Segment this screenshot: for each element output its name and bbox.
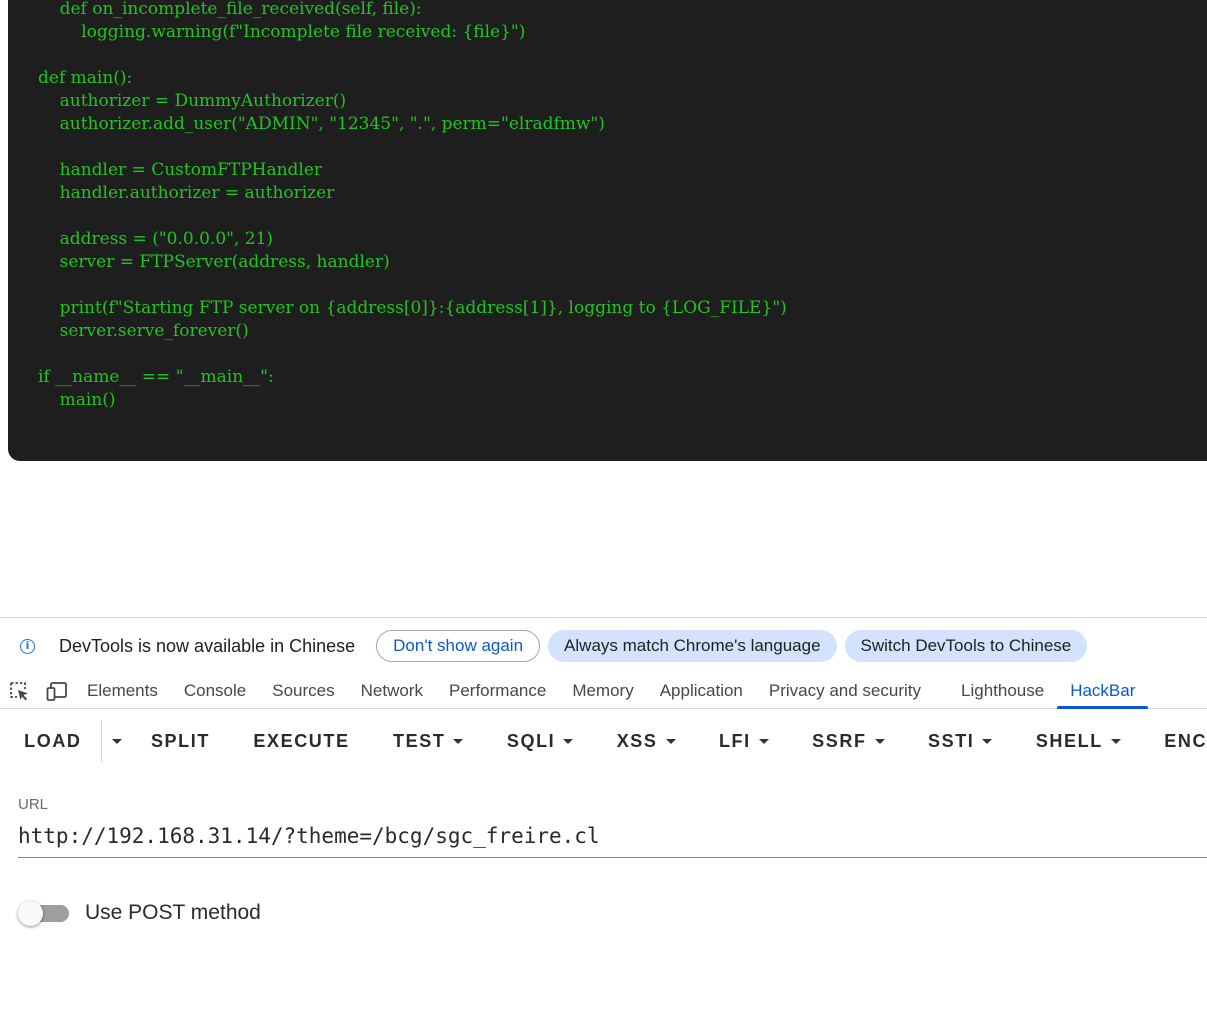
code-line: server = FTPServer(address, handler): [38, 252, 390, 272]
post-method-toggle[interactable]: [18, 901, 70, 926]
load-options-dropdown[interactable]: [102, 709, 128, 773]
ssrf-menu-button[interactable]: SSRF: [812, 709, 885, 773]
execute-label: EXECUTE: [253, 730, 350, 751]
shell-menu-button[interactable]: SHELL: [1036, 709, 1121, 773]
language-infobar: i DevTools is now available in Chinese D…: [0, 618, 1207, 674]
code-line: if __name__ == "__main__":: [38, 367, 274, 387]
code-line: def on_incomplete_file_received(self, fi…: [38, 0, 422, 19]
execute-button[interactable]: EXECUTE: [253, 709, 349, 773]
url-input-underline: [18, 857, 1207, 858]
code-line: server.serve_forever(): [38, 321, 249, 341]
test-menu-button[interactable]: TEST: [393, 709, 464, 773]
tab-console[interactable]: Console: [171, 674, 259, 708]
chevron-down-icon: [874, 738, 885, 744]
devtools-tabbar: Elements Console Sources Network Perform…: [0, 674, 1207, 709]
tab-performance[interactable]: Performance: [436, 674, 559, 708]
code-line: handler = CustomFTPHandler: [38, 160, 323, 180]
tab-lighthouse[interactable]: Lighthouse: [948, 674, 1057, 708]
code-lines: def on_incomplete_file_received(self, fi…: [38, 0, 787, 412]
load-label: LOAD: [24, 730, 82, 751]
url-label: URL: [18, 796, 49, 813]
info-icon: i: [20, 638, 35, 654]
split-button[interactable]: SPLIT: [151, 709, 210, 773]
code-line: logging.warning(f"Incomplete file receiv…: [38, 22, 526, 42]
lfi-menu-button[interactable]: LFI: [719, 709, 769, 773]
code-line: authorizer.add_user("ADMIN", "12345", ".…: [38, 114, 605, 134]
code-line: print(f"Starting FTP server on {address[…: [38, 298, 787, 318]
load-button[interactable]: LOAD: [24, 709, 81, 773]
ssti-label: SSTI: [927, 730, 975, 751]
tab-hackbar[interactable]: HackBar: [1057, 674, 1149, 709]
code-block: def on_incomplete_file_received(self, fi…: [8, 0, 1207, 461]
url-input[interactable]: http://192.168.31.14/?theme=/bcg/sgc_fre…: [18, 824, 600, 848]
infobar-message: DevTools is now available in Chinese: [59, 635, 356, 656]
dont-show-again-button[interactable]: Don't show again: [376, 630, 541, 662]
inspect-element-icon[interactable]: [8, 680, 30, 702]
tab-sources[interactable]: Sources: [259, 674, 347, 708]
switch-to-chinese-button[interactable]: Switch DevTools to Chinese: [844, 630, 1088, 662]
chevron-down-icon: [1110, 738, 1121, 744]
tab-memory[interactable]: Memory: [559, 674, 646, 708]
split-label: SPLIT: [150, 730, 210, 751]
xss-menu-button[interactable]: XSS: [617, 709, 676, 773]
enc-menu-button[interactable]: ENC: [1164, 709, 1207, 773]
code-line: def main():: [38, 68, 133, 88]
code-line: main(): [38, 390, 116, 410]
code-line: authorizer = DummyAuthorizer(): [38, 91, 347, 111]
ssti-menu-button[interactable]: SSTI: [927, 709, 993, 773]
tab-application[interactable]: Application: [647, 674, 756, 708]
tab-elements[interactable]: Elements: [74, 674, 171, 708]
device-toolbar-icon[interactable]: [46, 680, 68, 702]
chevron-down-icon: [563, 738, 574, 744]
hackbar-toolbar: LOAD SPLIT EXECUTE TEST SQLI XSS LFI SSR…: [0, 709, 1207, 773]
code-line: address = ("0.0.0.0", 21): [38, 229, 274, 249]
sqli-label: SQLI: [506, 730, 556, 751]
xss-label: XSS: [616, 730, 658, 751]
chevron-down-icon: [453, 738, 464, 744]
chevron-down-icon: [665, 738, 676, 744]
code-line: handler.authorizer = authorizer: [38, 183, 335, 203]
always-match-language-button[interactable]: Always match Chrome's language: [548, 630, 837, 662]
toggle-thumb: [18, 901, 43, 926]
tab-network[interactable]: Network: [348, 674, 436, 708]
chevron-down-icon: [758, 738, 769, 744]
tab-privacy-and-security[interactable]: Privacy and security: [756, 674, 934, 708]
shell-label: SHELL: [1035, 730, 1103, 751]
chevron-down-icon: [111, 738, 122, 744]
sqli-menu-button[interactable]: SQLI: [506, 709, 574, 773]
enc-label: ENC: [1164, 730, 1207, 751]
chevron-down-icon: [982, 738, 993, 744]
lfi-label: LFI: [718, 730, 751, 751]
test-label: TEST: [393, 730, 446, 751]
post-method-label: Use POST method: [85, 901, 261, 924]
ssrf-label: SSRF: [812, 730, 867, 751]
